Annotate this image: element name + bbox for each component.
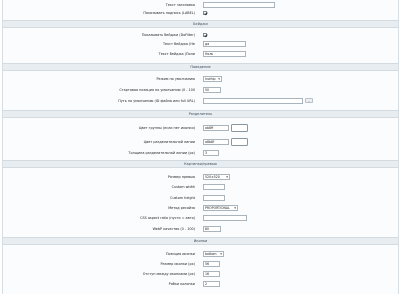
start-row: Стартовая позиция по умолчанию (0 - 100 … xyxy=(3,86,398,94)
icon-cols-label: Рябки колонки xyxy=(168,281,195,286)
icon-cols-row: Рябки колонки 2 xyxy=(3,280,398,288)
show-label-checkbox[interactable] xyxy=(203,10,207,15)
resize-method-label: Метод ресайза xyxy=(168,205,195,210)
thumb-size-row: Размер превью 520×520 xyxy=(3,173,398,181)
custom-height-input[interactable] xyxy=(203,194,225,201)
section-badges: Бейджи xyxy=(3,20,398,28)
icon-size-input[interactable]: 56 xyxy=(203,260,220,267)
icon-cols-input[interactable]: 2 xyxy=(203,280,220,287)
path-input[interactable] xyxy=(203,97,303,104)
custom-width-label: Custom width xyxy=(171,184,195,189)
section-thumbs: Картинки/превью xyxy=(3,160,398,168)
start-input[interactable]: 50 xyxy=(203,86,221,93)
badge-text-input[interactable]: да xyxy=(203,40,246,47)
section-separator: Разделитель xyxy=(3,110,398,118)
icon-size-label: Размер иконки (px) xyxy=(160,261,195,266)
badges-show-row: Показывать бейджи (DoFilter) xyxy=(3,31,398,39)
mode-select[interactable]: Inwhip xyxy=(203,75,222,82)
icon-offset-row: Отступ между иконками (px) 16 xyxy=(3,270,398,278)
thumb-size-label: Размер превью xyxy=(167,174,195,179)
group-color-label: Цвет группы (если нет иконки) xyxy=(138,125,195,130)
custom-width-input[interactable] xyxy=(203,183,225,190)
group-color-row: Цвет группы (если нет иконки) ab8ff xyxy=(3,123,398,132)
line-width-input[interactable]: 3 xyxy=(203,149,219,156)
group-color-input[interactable]: ab8ff xyxy=(203,124,229,131)
settings-panel: Текст заголовка Показывать подпись (LABE… xyxy=(2,0,399,294)
mode-label: Режим по умолчанию xyxy=(156,76,195,81)
badge-text2-label: Текст бейджа (Поли xyxy=(158,51,195,56)
custom-height-row: Custom height xyxy=(3,194,398,202)
title-label: Текст заголовка xyxy=(165,2,195,7)
icon-position-select[interactable]: bottom xyxy=(203,250,224,257)
thumb-size-select[interactable]: 520×520 xyxy=(203,173,230,180)
badge-text2-input[interactable]: Ноль xyxy=(203,50,246,57)
mode-row: Режим по умолчанию Inwhip xyxy=(3,75,398,83)
aspect-ratio-input[interactable] xyxy=(203,214,247,221)
title-row: Текст заголовка xyxy=(3,1,398,9)
line-width-row: Толщина разделительной линии (px) 3 xyxy=(3,149,398,157)
webp-quality-label: WebP качество (0 - 100) xyxy=(152,226,195,231)
badges-show-checkbox[interactable] xyxy=(203,32,207,37)
section-behavior: Поведение xyxy=(3,63,398,71)
resize-method-select[interactable]: PROPORTIONAL xyxy=(203,204,238,211)
icon-size-row: Размер иконки (px) 56 xyxy=(3,260,398,268)
aspect-ratio-row: CSS aspect ratio (пусто = авто) xyxy=(3,214,398,222)
badges-show-label: Показывать бейджи (DoFilter) xyxy=(141,32,195,37)
line-color-row: Цвет разделительной линии a8b8f xyxy=(3,137,398,146)
custom-height-label: Custom height xyxy=(170,195,195,200)
aspect-ratio-label: CSS aspect ratio (пусто = авто) xyxy=(140,215,195,220)
line-color-swatch[interactable] xyxy=(231,137,248,146)
show-label-row: Показывать подпись (LABEL) xyxy=(3,9,398,17)
webp-quality-row: WebP качество (0 - 100) 80 xyxy=(3,225,398,233)
path-row: Путь по умолчанию (ID файла или full URL… xyxy=(3,97,398,105)
line-color-label: Цвет разделительной линии xyxy=(143,139,195,144)
line-color-input[interactable]: a8b8f xyxy=(203,138,229,145)
resize-method-row: Метод ресайза PROPORTIONAL xyxy=(3,204,398,212)
title-input[interactable] xyxy=(203,1,275,8)
badge-text2-row: Текст бейджа (Поли Ноль xyxy=(3,50,398,58)
icon-position-label: Позиция иконки xyxy=(165,251,195,256)
show-label-label: Показывать подпись (LABEL) xyxy=(143,10,195,15)
start-label: Стартовая позиция по умолчанию (0 - 100 xyxy=(119,87,195,92)
badge-text-row: Текст бейджа (Не да xyxy=(3,40,398,48)
icon-offset-label: Отступ между иконками (px) xyxy=(142,271,195,276)
icon-position-row: Позиция иконки bottom xyxy=(3,250,398,258)
icon-offset-input[interactable]: 16 xyxy=(203,270,220,277)
section-icons: Иконки xyxy=(3,237,398,245)
webp-quality-input[interactable]: 80 xyxy=(203,225,221,232)
path-label: Путь по умолчанию (ID файла или full URL… xyxy=(118,98,195,103)
group-color-swatch[interactable] xyxy=(231,123,248,132)
custom-width-row: Custom width xyxy=(3,183,398,191)
path-browse-button[interactable]: ... xyxy=(305,98,313,103)
badge-text-label: Текст бейджа (Не xyxy=(162,41,195,46)
line-width-label: Толщина разделительной линии (px) xyxy=(128,150,195,155)
